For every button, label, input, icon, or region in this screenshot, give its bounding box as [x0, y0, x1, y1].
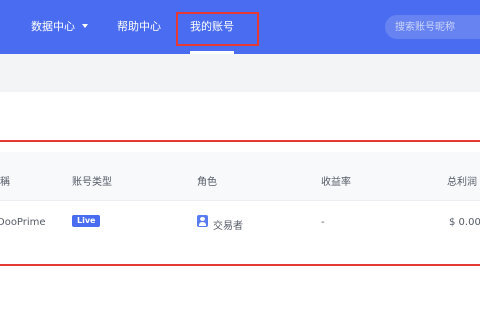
- col-header-role: 角色: [197, 177, 217, 188]
- cell-role: 交易者: [213, 221, 243, 232]
- cell-yield: -: [321, 217, 325, 228]
- cell-total-profit: $ 0.00: [449, 217, 480, 228]
- caret-down-icon: [82, 24, 88, 28]
- nav-help-center-label: 帮助中心: [117, 20, 161, 33]
- user-role-icon: [197, 215, 208, 227]
- nav-data-center[interactable]: 数据中心: [31, 19, 88, 35]
- col-header-account-type: 账号类型: [72, 177, 112, 188]
- red-highlight-bottom: [0, 264, 480, 266]
- nav-help-center[interactable]: 帮助中心: [117, 19, 161, 35]
- red-highlight-top: [0, 140, 480, 142]
- account-type-badge: Live: [72, 215, 101, 227]
- col-header-name: 稱: [0, 177, 10, 188]
- nav-data-center-label: 数据中心: [31, 20, 75, 33]
- red-highlight-box: [176, 12, 259, 46]
- top-navigation-bar: 数据中心 帮助中心 我的账号: [0, 0, 480, 54]
- accounts-table: [0, 152, 480, 262]
- col-header-total-profit: 总利润: [447, 177, 477, 188]
- cell-account-name[interactable]: DooPrime: [0, 217, 46, 228]
- row-divider: [0, 200, 480, 201]
- col-header-yield: 收益率: [321, 177, 351, 188]
- toolbar-area: [0, 54, 480, 92]
- search-input[interactable]: [385, 15, 480, 39]
